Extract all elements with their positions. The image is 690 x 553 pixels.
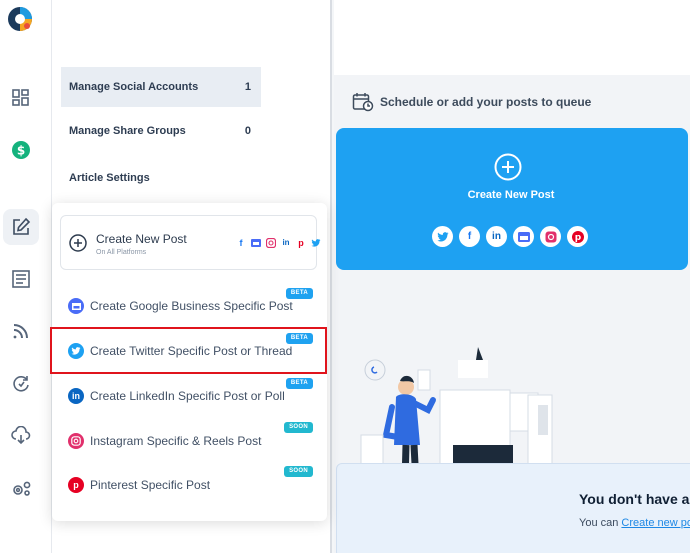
- plus-circle-icon: [69, 234, 87, 252]
- create-new-post-title: Create New Post: [96, 232, 187, 246]
- create-instagram-post-option[interactable]: Instagram Specific & Reels Post: [68, 430, 261, 452]
- pinterest-icon: p: [68, 477, 84, 493]
- soon-badge: SOON: [284, 422, 313, 433]
- menu-item-manage-social-accounts[interactable]: Manage Social Accounts 1: [61, 67, 261, 107]
- twitter-icon: [311, 238, 321, 248]
- page-heading: Schedule or add your posts to queue: [352, 92, 591, 112]
- create-new-post-label: Create New Post: [467, 189, 555, 201]
- google-business-icon[interactable]: [513, 226, 534, 247]
- empty-state-card: [336, 463, 690, 553]
- facebook-icon: f: [239, 237, 243, 248]
- menu-item-label: Article Settings: [69, 171, 150, 184]
- rss-icon[interactable]: [8, 318, 34, 344]
- platform-icons: f in p: [432, 226, 588, 247]
- soon-badge: SOON: [284, 466, 313, 477]
- app-logo-icon[interactable]: [7, 6, 33, 32]
- svg-text:p: p: [574, 233, 581, 243]
- main-content: Schedule or add your posts to queue Crea…: [334, 0, 690, 553]
- top-bar: [334, 0, 690, 75]
- facebook-icon[interactable]: f: [459, 226, 480, 247]
- create-linkedin-post-option[interactable]: in Create LinkedIn Specific Post or Poll: [68, 385, 285, 407]
- beta-badge: BETA: [285, 378, 313, 389]
- linkedin-icon[interactable]: in: [486, 226, 507, 247]
- calendar-clock-icon: [352, 93, 374, 112]
- option-label: Instagram Specific & Reels Post: [90, 434, 262, 448]
- menu-item-manage-share-groups[interactable]: Manage Share Groups 0: [61, 107, 261, 154]
- highlight-box: [50, 327, 327, 374]
- settings-icon[interactable]: [8, 476, 34, 502]
- settings-menu: Manage Social Accounts 1 Manage Share Gr…: [61, 67, 261, 201]
- create-new-post-option[interactable]: Create New Post On All Platforms f in p: [60, 215, 321, 270]
- option-label: Create Google Business Specific Post: [90, 299, 293, 313]
- edit-icon[interactable]: [3, 209, 39, 245]
- create-new-post-card[interactable]: Create New Post f in p: [336, 128, 688, 270]
- create-google-business-post-option[interactable]: Create Google Business Specific Post: [68, 295, 293, 317]
- empty-state-title: You don't have ar: [579, 491, 690, 507]
- menu-item-label: Manage Social Accounts: [69, 81, 199, 93]
- instagram-icon: [68, 433, 84, 449]
- icon-rail: $: [0, 0, 52, 553]
- plus-circle-icon[interactable]: [494, 153, 522, 181]
- linkedin-icon: in: [282, 238, 290, 247]
- dashboard-icon[interactable]: [8, 85, 34, 111]
- dollar-icon[interactable]: $: [8, 137, 34, 163]
- create-new-post-subtitle: On All Platforms: [96, 249, 147, 256]
- empty-state-text: You can Create new po: [579, 517, 690, 529]
- linkedin-icon: in: [68, 388, 84, 404]
- twitter-icon[interactable]: [432, 226, 453, 247]
- instagram-icon: [266, 238, 276, 248]
- pinterest-icon: p: [298, 237, 304, 248]
- google-business-icon: [68, 298, 84, 314]
- empty-state-text-prefix: You can: [579, 517, 622, 529]
- create-pinterest-post-option[interactable]: p Pinterest Specific Post: [68, 474, 210, 496]
- option-label: Create LinkedIn Specific Post or Poll: [90, 389, 285, 403]
- menu-item-label: Manage Share Groups: [69, 124, 186, 137]
- cloud-download-icon[interactable]: [8, 423, 34, 449]
- recycle-icon[interactable]: [8, 371, 34, 397]
- menu-item-count: 0: [244, 124, 251, 137]
- platform-icons: f in p: [236, 238, 321, 248]
- pinterest-icon[interactable]: p: [567, 226, 588, 247]
- instagram-icon[interactable]: [540, 226, 561, 247]
- page-heading-text: Schedule or add your posts to queue: [380, 95, 592, 109]
- menu-item-article-settings[interactable]: Article Settings: [61, 154, 261, 201]
- create-new-post-link[interactable]: Create new po: [621, 517, 690, 529]
- article-icon[interactable]: [8, 266, 34, 292]
- menu-item-count: 1: [244, 81, 251, 93]
- svg-text:$: $: [17, 144, 25, 158]
- google-business-icon: [251, 238, 261, 248]
- option-label: Pinterest Specific Post: [90, 478, 211, 492]
